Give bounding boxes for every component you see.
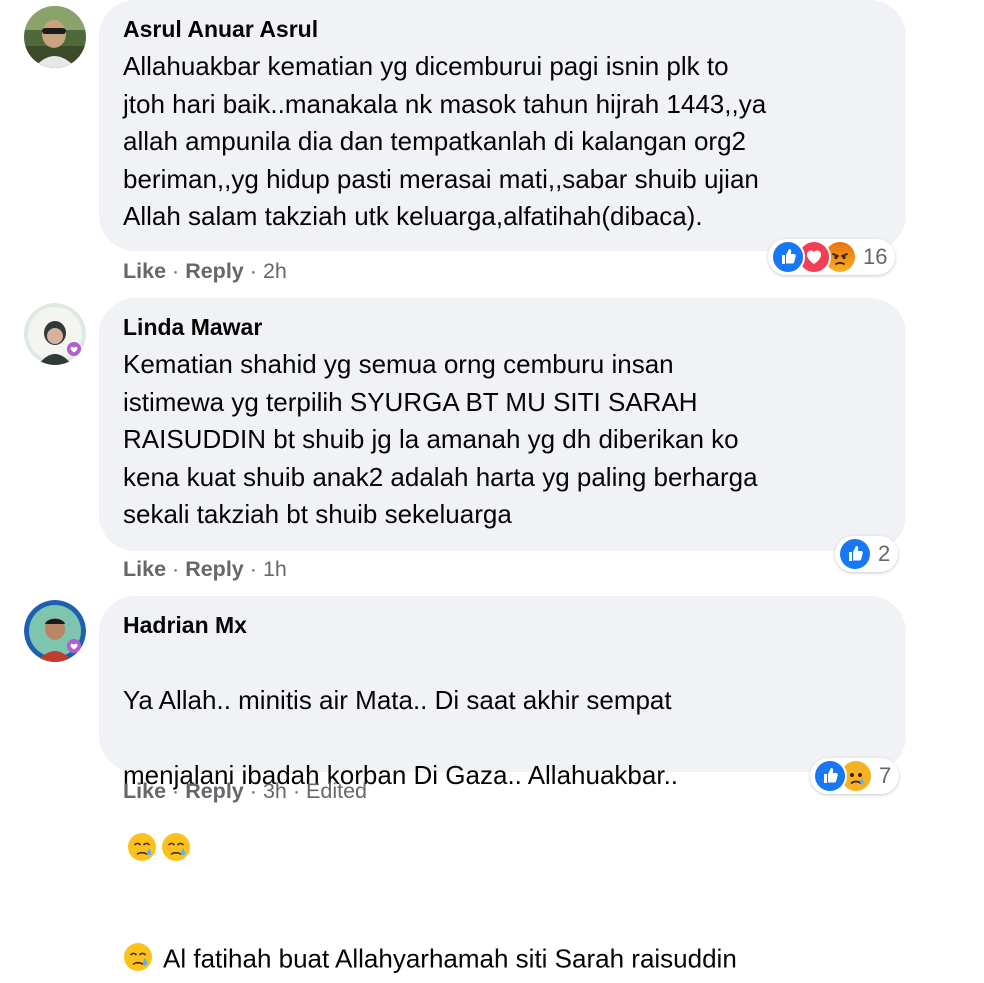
timestamp[interactable]: 3h [263,779,287,803]
comment-text: Kematian shahid yg semua orng cemburu in… [123,349,758,529]
reactions-summary[interactable]: 16 [768,239,896,275]
timestamp[interactable]: 1h [263,557,287,581]
reply-link[interactable]: Reply [185,779,244,803]
sad-tear-emoji-icon [123,905,153,971]
author-name[interactable]: Linda Mawar [123,312,262,342]
comment-bubble: Linda Mawar Kematian shahid yg semua orn… [99,298,906,551]
separator: · [249,779,257,803]
comment-bubble: Hadrian Mx Ya Allah.. minitis air Mata..… [99,596,906,973]
comment-actions: Like · Reply · 1h [123,557,287,582]
separator: · [249,259,257,283]
like-icon [813,759,847,793]
comment-bubble: Asrul Anuar Asrul Allahuakbar kematian y… [99,0,906,251]
avatar-photo [24,6,86,68]
like-link[interactable]: Like [123,259,166,283]
author-name[interactable]: Hadrian Mx [123,610,247,640]
separator: · [172,259,180,283]
reply-link[interactable]: Reply [185,259,244,283]
reactions-summary[interactable]: 7 [810,758,900,794]
like-link[interactable]: Like [123,779,166,803]
comment-text-line: Ya Allah.. minitis air Mata.. Di saat ak… [123,684,672,715]
avatar[interactable] [24,6,86,68]
timestamp[interactable]: 2h [263,259,287,283]
comment-text: Ya Allah.. minitis air Mata.. Di saat ak… [123,644,880,978]
reaction-count: 2 [878,541,891,566]
avatar[interactable] [24,303,86,365]
avatar-photo [24,303,86,365]
reaction-count: 7 [879,763,892,788]
separator: · [172,779,180,803]
comment-text: Allahuakbar kematian yg dicemburui pagi … [123,51,767,231]
like-link[interactable]: Like [123,557,166,581]
like-icon [838,537,872,571]
comment-text-line: Al fatihah buat Allahyarhamah siti Sarah… [163,943,737,973]
separator: · [249,557,257,581]
comment-actions: Like · Reply · 2h [123,259,287,284]
like-icon [771,240,805,274]
comment-actions: Like · Reply · 3h · Edited [123,779,367,804]
separator: · [292,779,301,803]
reply-link[interactable]: Reply [185,557,244,581]
separator: · [172,557,180,581]
edited-label[interactable]: Edited [306,779,367,803]
reactions-summary[interactable]: 2 [835,536,899,572]
author-name[interactable]: Asrul Anuar Asrul [123,14,318,44]
avatar-photo [24,600,86,662]
reaction-count: 16 [863,244,888,269]
avatar[interactable] [24,600,86,662]
